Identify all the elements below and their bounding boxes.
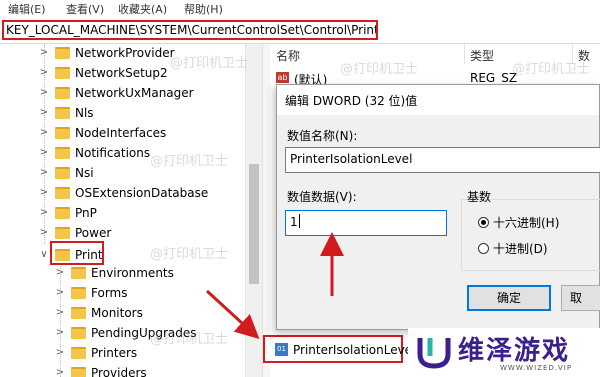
- annotation-arrows: [205, 232, 344, 340]
- brand-subtitle: WWW.WIZED.VIP: [500, 364, 573, 372]
- arrow-diagonal-icon: [205, 289, 260, 340]
- brand-watermark: 维泽游戏 WWW.WIZED.VIP: [408, 328, 600, 377]
- brand-name: 维泽游戏: [458, 336, 571, 366]
- brand-logo-icon: [417, 338, 451, 369]
